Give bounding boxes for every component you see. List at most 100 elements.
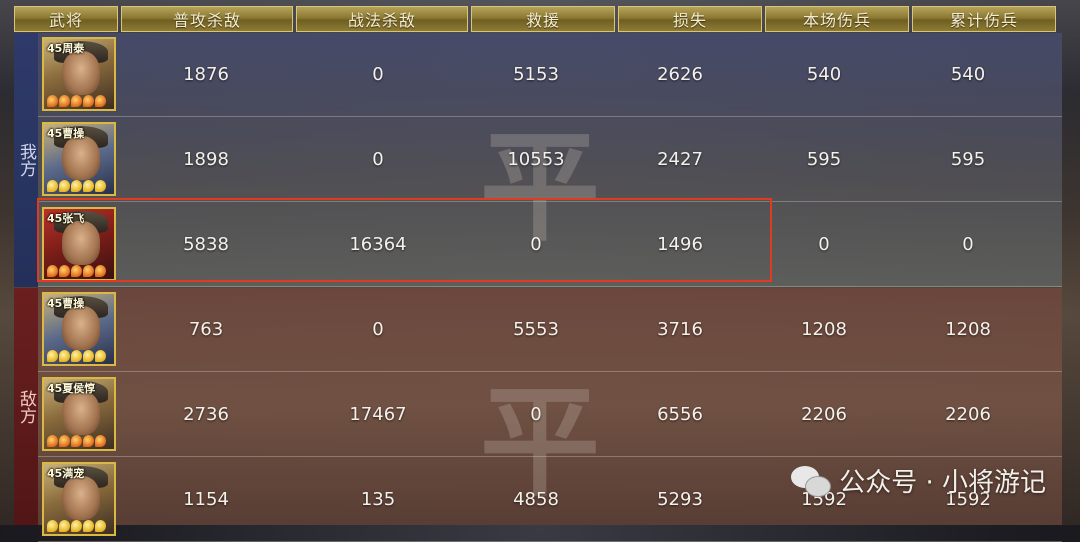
pip-icon <box>59 350 70 362</box>
pip-icon <box>83 435 94 447</box>
pip-icon <box>83 350 94 362</box>
face-art <box>62 221 100 265</box>
table-row[interactable]: 45周泰 1876 0 5153 2626 540 540 <box>38 32 1062 117</box>
wechat-icon <box>791 464 832 498</box>
star-pips <box>47 265 106 277</box>
general-level-name: 45张飞 <box>47 212 85 225</box>
pip-icon <box>59 520 70 532</box>
pip-icon <box>47 95 58 107</box>
cell-wounded-this: 540 <box>806 63 842 85</box>
side-label-ours: 我方 <box>14 33 38 287</box>
cell-wounded-total: 0 <box>962 233 974 255</box>
pip-icon <box>71 265 82 277</box>
cell-wounded-total: 1208 <box>945 318 991 340</box>
star-pips <box>47 520 106 532</box>
cell-loss: 3716 <box>657 318 703 340</box>
general-level-name: 45周泰 <box>47 42 85 55</box>
general-avatar[interactable]: 45夏侯惇 <box>42 377 116 451</box>
cell-loss: 2427 <box>657 148 703 170</box>
cell-normal-kills: 1154 <box>183 488 229 510</box>
footer-watermark: 公众号 · 小将游记 <box>791 462 1046 499</box>
avatar-wrap: 45夏侯惇 <box>38 377 120 451</box>
cell-rescue: 4858 <box>513 488 559 510</box>
pip-icon <box>71 180 82 192</box>
table-header: 武将 普攻杀敌 战法杀敌 救援 损失 本场伤兵 累计伤兵 <box>14 6 1056 32</box>
col-wounded-this[interactable]: 本场伤兵 <box>765 6 909 32</box>
side-label-enemy: 敌方 <box>14 288 38 525</box>
footer-text: 公众号 · 小将游记 <box>839 468 1046 498</box>
col-tactic-kills[interactable]: 战法杀敌 <box>296 6 468 32</box>
star-pips <box>47 435 106 447</box>
face-art <box>62 391 100 435</box>
cell-loss: 2626 <box>657 63 703 85</box>
cell-wounded-this: 0 <box>818 233 830 255</box>
cell-wounded-this: 2206 <box>801 403 847 425</box>
pip-icon <box>83 520 94 532</box>
pip-icon <box>83 180 94 192</box>
cell-rescue: 0 <box>530 233 542 255</box>
cell-rescue: 10553 <box>507 148 565 170</box>
cell-normal-kills: 763 <box>188 318 224 340</box>
cell-wounded-total: 540 <box>950 63 986 85</box>
pip-icon <box>95 95 106 107</box>
pip-icon <box>95 180 106 192</box>
pip-icon <box>95 350 106 362</box>
pip-icon <box>59 435 70 447</box>
col-loss[interactable]: 损失 <box>618 6 762 32</box>
general-avatar[interactable]: 45曹操 <box>42 292 116 366</box>
avatar-wrap: 45曹操 <box>38 122 120 196</box>
pip-icon <box>47 265 58 277</box>
pip-icon <box>95 520 106 532</box>
cell-tactic-kills: 17467 <box>349 403 407 425</box>
cell-rescue: 0 <box>530 403 542 425</box>
pip-icon <box>47 435 58 447</box>
pip-icon <box>47 180 58 192</box>
pip-icon <box>59 265 70 277</box>
face-art <box>62 51 100 95</box>
general-avatar[interactable]: 45曹操 <box>42 122 116 196</box>
face-art <box>62 306 100 350</box>
cell-loss: 6556 <box>657 403 703 425</box>
pip-icon <box>47 520 58 532</box>
face-art <box>62 136 100 180</box>
cell-tactic-kills: 0 <box>372 63 384 85</box>
cell-wounded-total: 2206 <box>945 403 991 425</box>
table-row[interactable]: 45张飞 5838 16364 0 1496 0 0 <box>38 202 1062 287</box>
pip-icon <box>83 265 94 277</box>
cell-normal-kills: 1876 <box>183 63 229 85</box>
col-general[interactable]: 武将 <box>14 6 118 32</box>
cell-tactic-kills: 16364 <box>349 233 407 255</box>
pip-icon <box>47 350 58 362</box>
pip-icon <box>71 435 82 447</box>
general-level-name: 45曹操 <box>47 127 85 140</box>
table-row[interactable]: 45夏侯惇 2736 17467 0 6556 2206 2206 <box>38 372 1062 457</box>
general-avatar[interactable]: 45张飞 <box>42 207 116 281</box>
star-pips <box>47 180 106 192</box>
col-normal-kills[interactable]: 普攻杀敌 <box>121 6 293 32</box>
star-pips <box>47 350 106 362</box>
face-art <box>62 476 100 520</box>
cell-loss: 1496 <box>657 233 703 255</box>
pip-icon <box>59 180 70 192</box>
pip-icon <box>95 265 106 277</box>
avatar-wrap: 45周泰 <box>38 37 120 111</box>
cell-loss: 5293 <box>657 488 703 510</box>
col-wounded-total[interactable]: 累计伤兵 <box>912 6 1056 32</box>
cell-normal-kills: 1898 <box>183 148 229 170</box>
general-avatar[interactable]: 45周泰 <box>42 37 116 111</box>
cell-wounded-total: 595 <box>950 148 986 170</box>
pip-icon <box>71 350 82 362</box>
cell-normal-kills: 2736 <box>183 403 229 425</box>
cell-wounded-this: 1208 <box>801 318 847 340</box>
col-rescue[interactable]: 救援 <box>471 6 615 32</box>
table-row[interactable]: 45曹操 763 0 5553 3716 1208 1208 <box>38 287 1062 372</box>
pip-icon <box>71 520 82 532</box>
cell-rescue: 5553 <box>513 318 559 340</box>
side-label-enemy-text: 敌方 <box>16 389 36 424</box>
pip-icon <box>59 95 70 107</box>
cell-tactic-kills: 0 <box>372 318 384 340</box>
cell-normal-kills: 5838 <box>183 233 229 255</box>
cell-rescue: 5153 <box>513 63 559 85</box>
general-level-name: 45满宠 <box>47 467 85 480</box>
table-row[interactable]: 45曹操 1898 0 10553 2427 595 595 <box>38 117 1062 202</box>
